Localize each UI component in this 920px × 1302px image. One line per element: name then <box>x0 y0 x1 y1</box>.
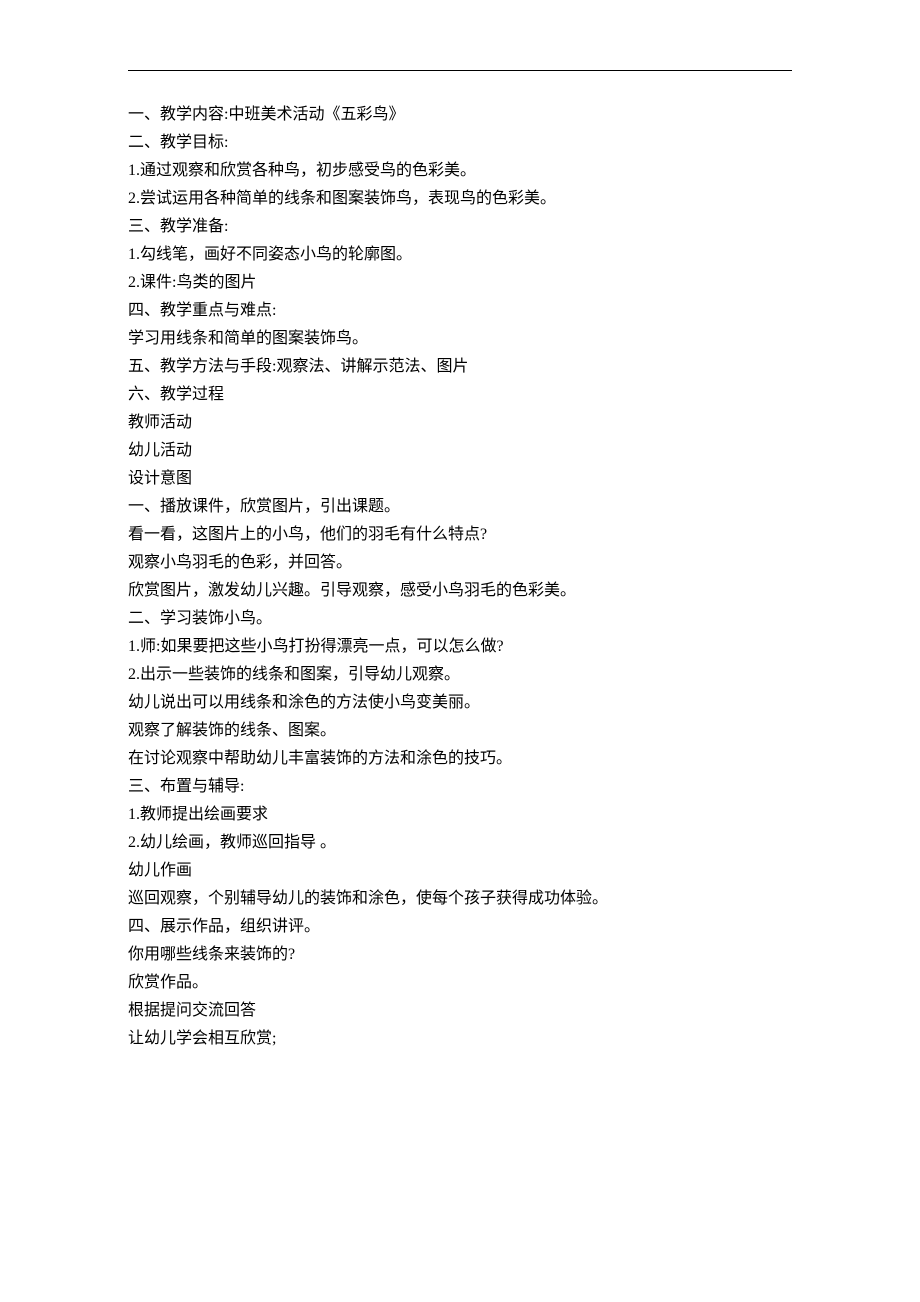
text-line: 幼儿说出可以用线条和涂色的方法使小鸟变美丽。 <box>128 689 792 717</box>
document-body: 一、教学内容:中班美术活动《五彩鸟》 二、教学目标: 1.通过观察和欣赏各种鸟，… <box>128 101 792 1053</box>
text-line: 1.勾线笔，画好不同姿态小鸟的轮廓图。 <box>128 241 792 269</box>
text-line: 五、教学方法与手段:观察法、讲解示范法、图片 <box>128 353 792 381</box>
horizontal-divider <box>128 70 792 71</box>
text-line: 一、播放课件，欣赏图片，引出课题。 <box>128 493 792 521</box>
text-line: 四、教学重点与难点: <box>128 297 792 325</box>
text-line: 2.尝试运用各种简单的线条和图案装饰鸟，表现鸟的色彩美。 <box>128 185 792 213</box>
text-line: 观察了解装饰的线条、图案。 <box>128 717 792 745</box>
text-line: 2.课件:鸟类的图片 <box>128 269 792 297</box>
text-line: 1.教师提出绘画要求 <box>128 801 792 829</box>
text-line: 二、教学目标: <box>128 129 792 157</box>
text-line: 教师活动 <box>128 409 792 437</box>
text-line: 三、教学准备: <box>128 213 792 241</box>
text-line: 让幼儿学会相互欣赏; <box>128 1025 792 1053</box>
text-line: 欣赏作品。 <box>128 969 792 997</box>
text-line: 观察小鸟羽毛的色彩，并回答。 <box>128 549 792 577</box>
text-line: 2.幼儿绘画，教师巡回指导 。 <box>128 829 792 857</box>
text-line: 三、布置与辅导: <box>128 773 792 801</box>
text-line: 在讨论观察中帮助幼儿丰富装饰的方法和涂色的技巧。 <box>128 745 792 773</box>
text-line: 学习用线条和简单的图案装饰鸟。 <box>128 325 792 353</box>
text-line: 2.出示一些装饰的线条和图案，引导幼儿观察。 <box>128 661 792 689</box>
text-line: 欣赏图片，激发幼儿兴趣。引导观察，感受小鸟羽毛的色彩美。 <box>128 577 792 605</box>
text-line: 设计意图 <box>128 465 792 493</box>
text-line: 二、学习装饰小鸟。 <box>128 605 792 633</box>
text-line: 你用哪些线条来装饰的? <box>128 941 792 969</box>
text-line: 幼儿活动 <box>128 437 792 465</box>
text-line: 根据提问交流回答 <box>128 997 792 1025</box>
text-line: 六、教学过程 <box>128 381 792 409</box>
text-line: 看一看，这图片上的小鸟，他们的羽毛有什么特点? <box>128 521 792 549</box>
text-line: 一、教学内容:中班美术活动《五彩鸟》 <box>128 101 792 129</box>
text-line: 四、展示作品，组织讲评。 <box>128 913 792 941</box>
text-line: 1.师:如果要把这些小鸟打扮得漂亮一点，可以怎么做? <box>128 633 792 661</box>
text-line: 1.通过观察和欣赏各种鸟，初步感受鸟的色彩美。 <box>128 157 792 185</box>
text-line: 巡回观察，个别辅导幼儿的装饰和涂色，使每个孩子获得成功体验。 <box>128 885 792 913</box>
text-line: 幼儿作画 <box>128 857 792 885</box>
